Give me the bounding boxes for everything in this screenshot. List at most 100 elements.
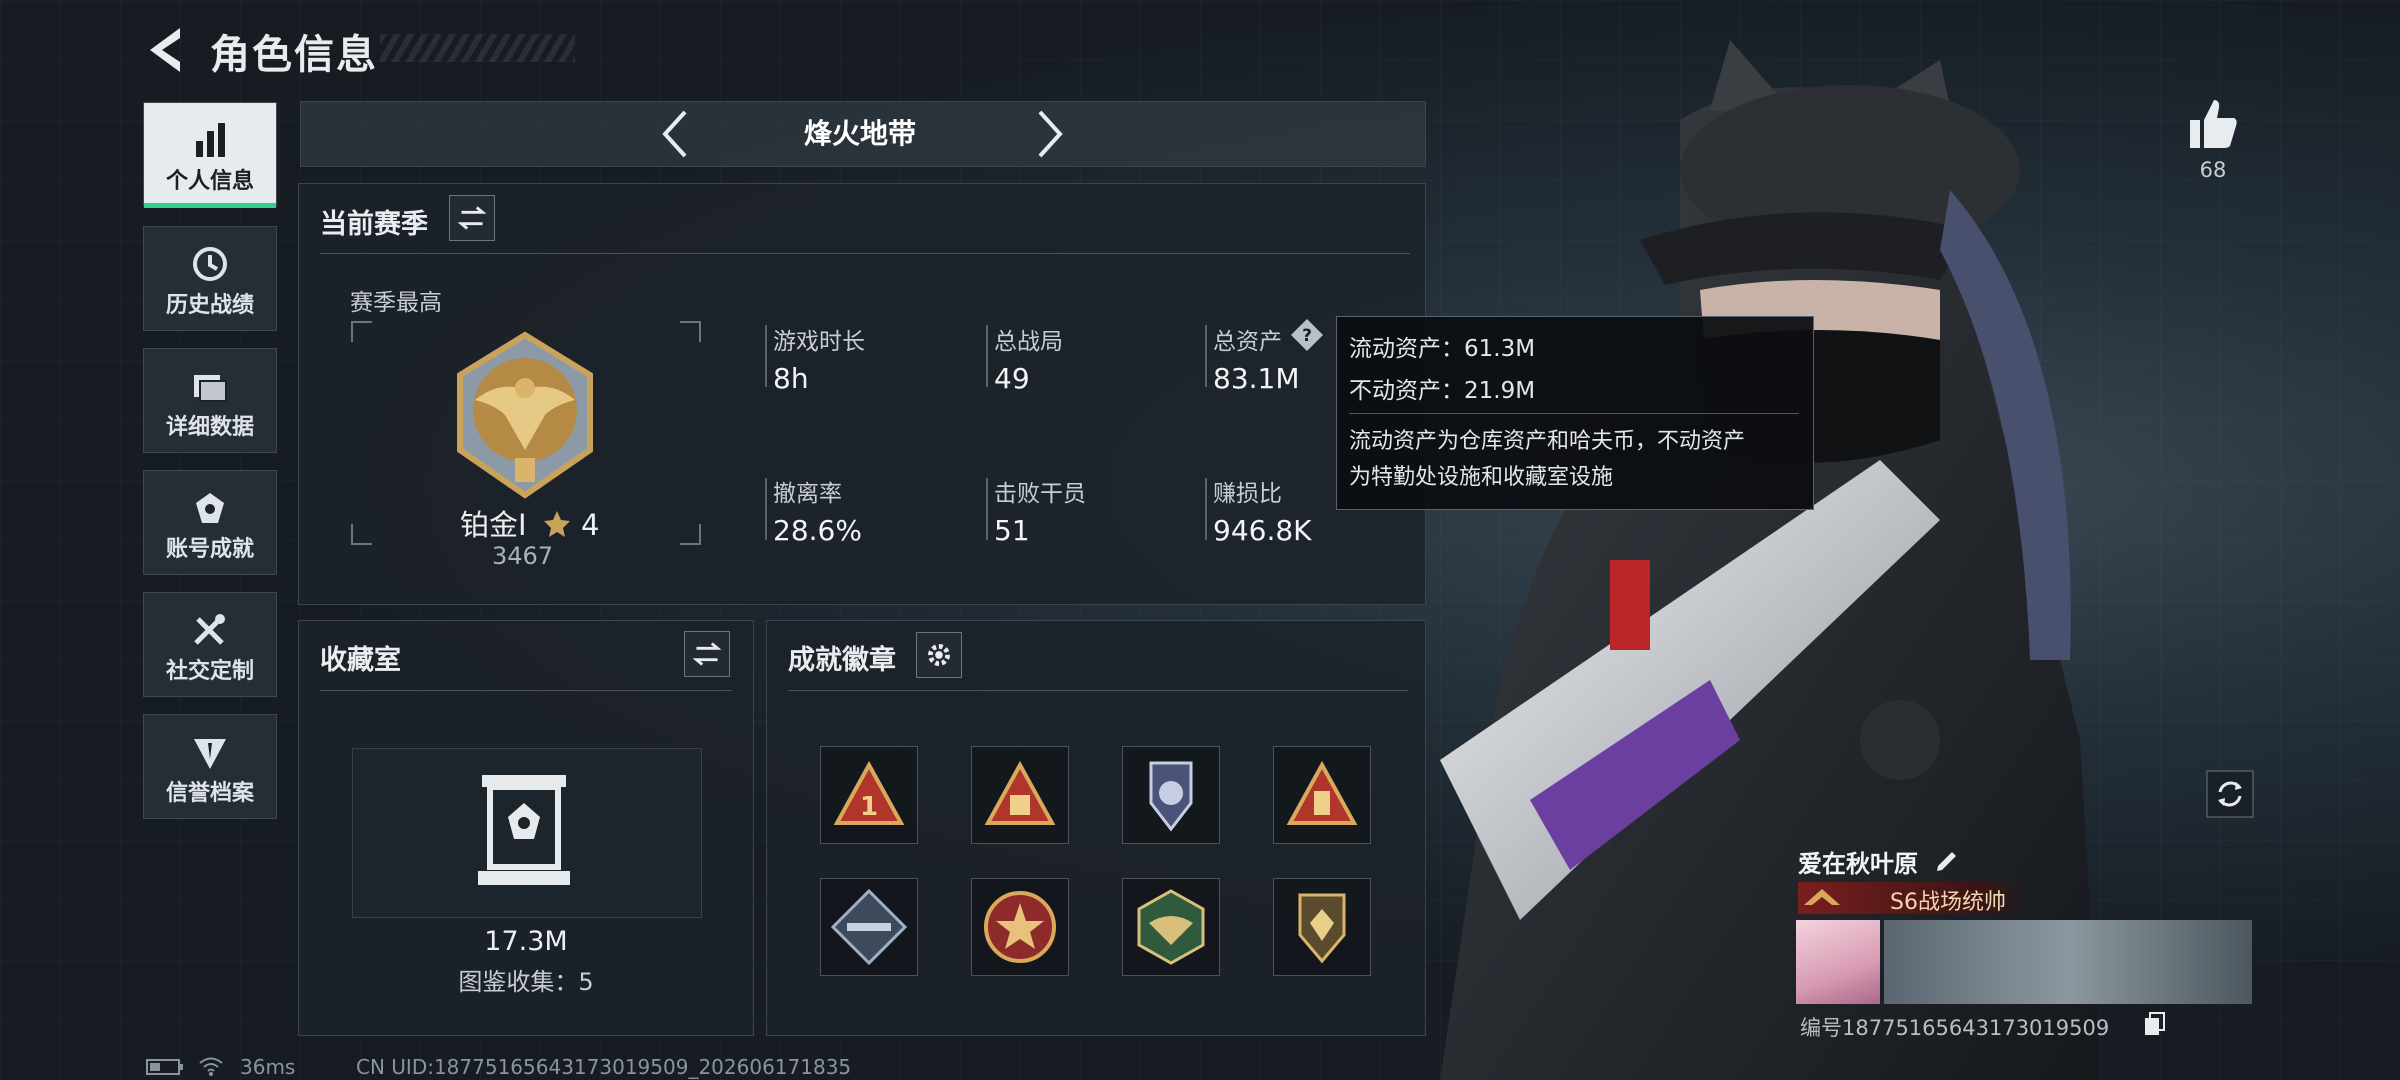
- commander-icon: [1804, 889, 1840, 905]
- season-best-label: 赛季最高: [350, 290, 442, 316]
- stat-value-extract-rate: 28.6%: [773, 514, 862, 547]
- tooltip-fixed-assets: 不动资产：21.9M: [1349, 378, 1536, 404]
- swap-season-button[interactable]: [449, 195, 495, 241]
- season-title: 当前赛季: [320, 209, 428, 240]
- help-icon[interactable]: ?: [1290, 318, 1324, 352]
- title-badge: S6战场统帅: [1798, 882, 2026, 915]
- badge-triangle-tower-icon: [1286, 760, 1358, 825]
- badge-slot[interactable]: [1273, 746, 1371, 844]
- mode-label: 烽火地带: [803, 117, 916, 150]
- rank-emblem-icon: [457, 331, 593, 499]
- edit-name-icon[interactable]: [1934, 846, 1960, 872]
- badges-settings-button[interactable]: [916, 632, 962, 678]
- badge-triangle-bag-icon: [984, 760, 1056, 825]
- nav-label: 个人信息: [165, 169, 254, 194]
- wifi-icon: [199, 1057, 223, 1076]
- battery-icon: [146, 1059, 183, 1075]
- nav-item-achievements[interactable]: 账号成就: [143, 470, 277, 575]
- nav-label: 社交定制: [165, 659, 254, 684]
- stat-label-matches: 总战局: [994, 329, 1063, 355]
- stat-label-kills: 击败干员: [994, 481, 1086, 507]
- title-badge-label: S6战场统帅: [1890, 890, 2006, 915]
- rank-score: 3467: [492, 542, 554, 570]
- credit-icon: [194, 739, 226, 769]
- like-count: 68: [2199, 158, 2227, 182]
- star-icon: [543, 511, 570, 537]
- rank-name: 铂金Ⅰ 4: [460, 502, 599, 544]
- divider: [765, 478, 767, 540]
- folder-icon: [194, 375, 227, 402]
- stat-value-profit-ratio: 946.8K: [1213, 514, 1312, 547]
- nav-label: 详细数据: [165, 415, 254, 440]
- copy-icon[interactable]: [2144, 1012, 2166, 1036]
- tooltip-desc-line2: 为特勤处设施和收藏室设施: [1349, 465, 1614, 490]
- badge-gem-shield-icon: [1298, 893, 1346, 964]
- collection-title: 收藏室: [320, 645, 401, 676]
- tooltip-desc-line1: 流动资产为仓库资产和哈夫币，不动资产: [1349, 429, 1746, 454]
- stat-value-playtime: 8h: [773, 362, 809, 395]
- rank-tier: 铂金Ⅰ: [460, 508, 527, 542]
- player-name: 爱在秋叶原: [1798, 850, 1918, 878]
- collection-count: 图鉴收集：5: [458, 968, 594, 996]
- nav-item-details[interactable]: 详细数据: [143, 348, 277, 453]
- mode-next-button[interactable]: [1030, 106, 1070, 162]
- nav-item-credit[interactable]: 信誉档案: [143, 714, 277, 819]
- bar-chart-icon: [196, 123, 225, 157]
- divider: [320, 253, 1410, 254]
- back-button[interactable]: [140, 22, 188, 78]
- stat-label-playtime: 游戏时长: [773, 329, 865, 355]
- badge-slot[interactable]: [1122, 746, 1220, 844]
- stat-label-assets: 总资产: [1213, 329, 1282, 355]
- history-icon: [193, 247, 227, 281]
- nav-label: 信誉档案: [165, 781, 254, 806]
- collection-value: 17.3M: [484, 926, 568, 957]
- nav-item-personal-info[interactable]: 个人信息: [143, 102, 277, 208]
- divider: [986, 325, 988, 387]
- swap-collection-button[interactable]: [684, 631, 730, 677]
- refresh-button[interactable]: [2206, 770, 2254, 818]
- badge-slot[interactable]: 1: [820, 746, 918, 844]
- stat-value-matches: 49: [994, 362, 1030, 395]
- badge-slot[interactable]: [820, 878, 918, 976]
- ping-value: 36ms: [240, 1055, 296, 1079]
- tools-icon: [194, 614, 225, 645]
- stat-value-kills: 51: [994, 514, 1030, 547]
- badge-star-medal-icon: [984, 891, 1056, 963]
- mode-prev-button[interactable]: [655, 106, 695, 162]
- divider: [765, 325, 767, 387]
- badge-triangle-one-icon: 1: [833, 760, 905, 825]
- name-card-banner[interactable]: [1884, 920, 2252, 1004]
- stat-label-profit-ratio: 赚损比: [1213, 481, 1282, 507]
- badge-slot[interactable]: [971, 746, 1069, 844]
- like-button[interactable]: [2186, 96, 2240, 152]
- badge-slot[interactable]: [971, 878, 1069, 976]
- badge-slot[interactable]: [1273, 878, 1371, 976]
- avatar[interactable]: [1796, 920, 1880, 1004]
- nav-item-social[interactable]: 社交定制: [143, 592, 277, 697]
- uid-text: CN UID:18775165643173019509_202606171835: [356, 1055, 852, 1079]
- divider: [1205, 325, 1207, 387]
- divider: [1205, 478, 1207, 540]
- page-title: 角色信息: [210, 32, 378, 78]
- divider: [986, 478, 988, 540]
- player-id: 编号18775165643173019509: [1800, 1016, 2110, 1040]
- badge-shield-icon: [1149, 761, 1193, 832]
- divider: [1349, 413, 1799, 414]
- divider: [788, 690, 1408, 691]
- divider: [320, 690, 732, 691]
- title-decoration: [380, 34, 575, 62]
- vault-icon: [478, 775, 570, 885]
- badges-title: 成就徽章: [788, 645, 896, 676]
- svg-text:1: 1: [860, 792, 878, 822]
- stat-value-assets: 83.1M: [1213, 362, 1300, 395]
- achievement-icon: [196, 493, 224, 523]
- tooltip-liquid-assets: 流动资产：61.3M: [1349, 336, 1536, 362]
- badge-diamond-rifle-icon: [830, 888, 908, 966]
- nav-item-history[interactable]: 历史战绩: [143, 226, 277, 331]
- badge-eagle-icon: [1137, 889, 1205, 965]
- rank-stars: 4: [581, 508, 600, 542]
- svg-text:?: ?: [1302, 326, 1312, 346]
- nav-label: 账号成就: [165, 537, 254, 562]
- stat-label-extract-rate: 撤离率: [773, 481, 842, 507]
- badge-slot[interactable]: [1122, 878, 1220, 976]
